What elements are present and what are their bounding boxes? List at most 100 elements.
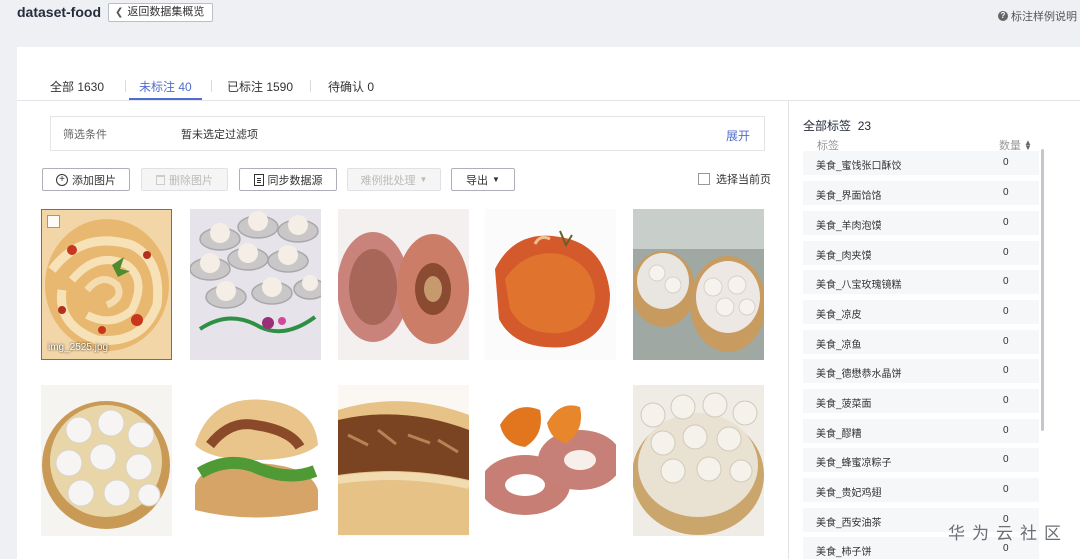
label-count: 0 (1003, 247, 1009, 258)
image-card[interactable] (485, 209, 616, 360)
meat-bun-image (338, 385, 469, 536)
image-card[interactable] (190, 385, 321, 536)
top-bar: dataset-food ❮ 返回数据集概览 ? 标注样例说明 (0, 0, 1080, 30)
export-dropdown[interactable]: 导出 ▼ (451, 168, 515, 191)
label-row[interactable]: 美食_醪糟 0 (803, 419, 1039, 443)
label-row[interactable]: 美食_八宝玫瑰镜糕 0 (803, 270, 1039, 294)
caret-down-icon: ▼ (419, 175, 428, 184)
tab-pending[interactable]: 待确认 0 (328, 78, 374, 100)
export-label: 导出 (466, 174, 489, 187)
add-image-label: 添加图片 (72, 174, 116, 187)
caret-down-icon: ▼ (492, 175, 500, 184)
persimmon-cake-image (485, 209, 616, 360)
back-to-overview-button[interactable]: ❮ 返回数据集概览 (108, 3, 214, 22)
select-page-label: 选择当前页 (716, 174, 771, 186)
dumplings-tray-image (190, 209, 321, 360)
label-count: 0 (1003, 276, 1009, 287)
image-card[interactable] (633, 209, 764, 360)
labels-total-count: 23 (857, 119, 872, 133)
tab-unlabeled[interactable]: 未标注 40 (129, 78, 202, 100)
label-name: 美食_贵妃鸡翅 (816, 488, 882, 499)
soup-dumplings-steamer-image (633, 209, 764, 360)
label-count: 0 (1003, 336, 1009, 347)
labels-panel-title: 全部标签 23 (803, 117, 871, 134)
label-count: 0 (1003, 217, 1009, 228)
image-card[interactable] (41, 385, 172, 536)
label-name: 美食_德懋恭水晶饼 (816, 369, 902, 380)
filter-expand-link[interactable]: 展开 (726, 127, 750, 144)
chevron-left-icon: ❮ (115, 7, 124, 18)
label-count: 0 (1003, 157, 1009, 168)
delete-image-button[interactable]: 删除图片 (141, 168, 228, 191)
help-icon: ? (998, 11, 1008, 21)
label-row[interactable]: 美食_羊肉泡馍 0 (803, 211, 1039, 235)
trash-icon (156, 174, 165, 185)
filter-label: 筛选条件 (63, 129, 107, 141)
help-label: 标注样例说明 (1011, 11, 1077, 23)
label-count: 0 (1003, 395, 1009, 406)
xiaolongbao-image (41, 385, 172, 536)
image-card[interactable] (485, 385, 616, 536)
sync-source-label: 同步数据源 (267, 174, 323, 187)
back-button-label: 返回数据集概览 (127, 6, 205, 18)
delete-image-label: 删除图片 (169, 174, 213, 187)
image-card[interactable]: img_2525.jpg (41, 209, 172, 360)
label-row[interactable]: 美食_界面饸饹 0 (803, 181, 1039, 205)
label-name: 美食_蜜饯张口酥饺 (816, 161, 902, 172)
labels-title-text: 全部标签 (803, 119, 852, 133)
label-row[interactable]: 美食_蜂蜜凉粽子 0 (803, 448, 1039, 472)
label-row[interactable]: 美食_菠菜面 0 (803, 389, 1039, 413)
label-name: 美食_西安油茶 (816, 518, 882, 529)
batch-process-label: 难例批处理 (360, 174, 416, 187)
sort-icon: ▲ ▼ (1024, 138, 1032, 152)
label-row[interactable]: 美食_凉皮 0 (803, 300, 1039, 324)
label-name: 美食_凉鱼 (816, 340, 862, 351)
label-row[interactable]: 美食_贵妃鸡翅 0 (803, 478, 1039, 502)
document-icon (253, 173, 264, 186)
label-name: 美食_界面饸饹 (816, 191, 882, 202)
label-count: 0 (1003, 187, 1009, 198)
image-card[interactable] (633, 385, 764, 536)
annotation-guide-link[interactable]: ? 标注样例说明 (998, 8, 1077, 24)
image-card[interactable] (190, 209, 321, 360)
image-checkbox[interactable] (47, 215, 60, 228)
tab-divider (125, 80, 126, 92)
label-name: 美食_菠菜面 (816, 399, 872, 410)
label-name: 美食_羊肉泡馍 (816, 221, 882, 232)
filter-value: 暂未选定过滤项 (181, 129, 258, 141)
dataset-title: dataset-food (17, 4, 101, 20)
image-card[interactable] (338, 385, 469, 536)
image-card[interactable] (338, 209, 469, 360)
add-image-button[interactable]: + 添加图片 (42, 168, 130, 191)
dried-persimmon-rings-image (485, 385, 616, 536)
label-name: 美食_醪糟 (816, 429, 862, 440)
label-row[interactable]: 美食_蜜饯张口酥饺 0 (803, 151, 1039, 175)
label-name: 美食_蜂蜜凉粽子 (816, 458, 892, 469)
watermark: 华为云社区 (948, 524, 1068, 544)
plus-circle-icon: + (56, 173, 68, 186)
batch-process-dropdown[interactable]: 难例批处理 ▼ (347, 168, 441, 191)
label-count: 0 (1003, 484, 1009, 495)
roujiamo-image (190, 385, 321, 536)
noodles-image (42, 210, 171, 359)
panel-divider (788, 101, 789, 559)
label-row[interactable]: 美食_德懋恭水晶饼 0 (803, 359, 1039, 383)
tab-all[interactable]: 全部 1630 (50, 78, 104, 100)
select-page-checkbox[interactable] (698, 173, 710, 185)
dried-persimmon-image (338, 209, 469, 360)
label-count: 0 (1003, 454, 1009, 465)
tab-divider (310, 80, 311, 92)
steamed-dumplings-image (633, 385, 764, 536)
label-row[interactable]: 美食_凉鱼 0 (803, 330, 1039, 354)
label-row[interactable]: 美食_肉夹馍 0 (803, 241, 1039, 265)
label-count: 0 (1003, 365, 1009, 376)
tab-divider (211, 80, 212, 92)
label-name: 美食_凉皮 (816, 310, 862, 321)
sync-data-source-button[interactable]: 同步数据源 (239, 168, 337, 191)
filter-bar: 筛选条件 暂未选定过滤项 展开 (50, 116, 765, 151)
labels-scrollbar[interactable] (1041, 149, 1044, 431)
label-count: 0 (1003, 543, 1009, 554)
select-current-page[interactable]: 选择当前页 (698, 171, 771, 187)
tab-labeled[interactable]: 已标注 1590 (227, 78, 293, 100)
label-name: 美食_八宝玫瑰镜糕 (816, 280, 902, 291)
